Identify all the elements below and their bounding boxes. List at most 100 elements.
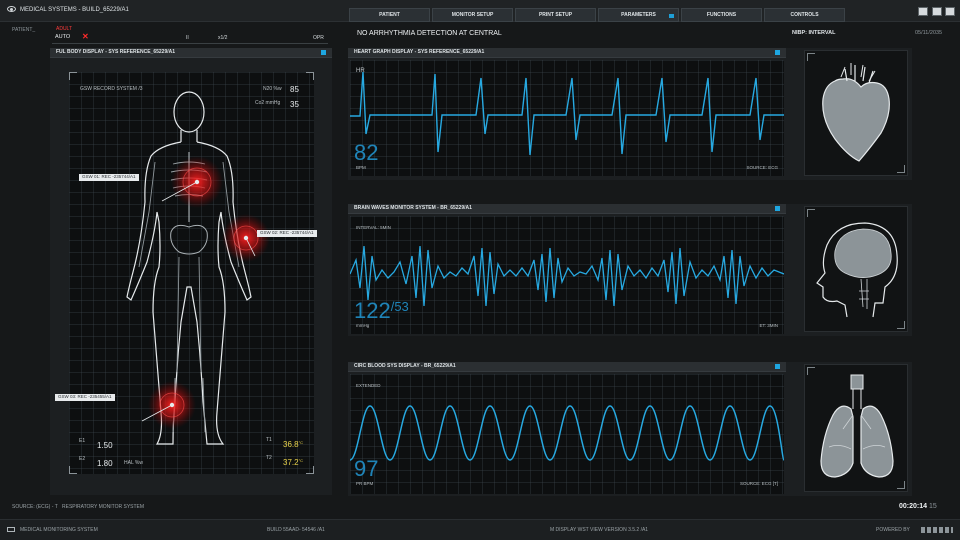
pulse-rate-value: 97 (354, 456, 379, 481)
tab-label: CONTROLS (790, 12, 819, 18)
hal-label: HAL %w (124, 460, 143, 466)
pulse-rate-unit: PR BPM (356, 481, 374, 486)
cancel-x-icon[interactable]: ✕ (82, 33, 89, 41)
tab-bar: PATIENT MONITOR SETUP PRINT SETUP PARAME… (349, 8, 845, 22)
timer-frac: 15 (928, 503, 937, 510)
body-figure (126, 91, 270, 445)
build-label: BUILD 55AAD- 54546 /A1 (267, 527, 325, 533)
co2-value: 35 (290, 100, 299, 109)
body-panel-indicator[interactable] (321, 50, 326, 55)
brain-panel-indicator[interactable] (775, 206, 780, 211)
tab-active-indicator (669, 14, 674, 18)
respiratory-label: RESPIRATORY MONITOR SYSTEM (62, 504, 145, 510)
tab-functions[interactable]: FUNCTIONS (681, 8, 762, 22)
ecg-waveform (350, 71, 784, 156)
e2-value: 1.80 (97, 459, 113, 468)
body-viewport: GSW RECORD SYSTEM /3 N20 %w 85 Co2 mmHg … (55, 72, 317, 474)
blood-panel: CIRC BLOOD SYS DISPLAY - BR_65229/A1 EXT… (348, 362, 912, 496)
source-label: SOURCE: (ECG) - T (12, 504, 58, 510)
status-underline (52, 43, 328, 44)
heart-panel: HEART GRAPH DISPLAY - SYS REFERENCE_6522… (348, 48, 912, 180)
monitor-icon (7, 527, 15, 532)
adult-badge: ADULT (56, 26, 73, 32)
t2-unit: °C (298, 458, 304, 463)
blood-panel-title: CIRC BLOOD SYS DISPLAY - BR_65229/A1 (354, 363, 456, 369)
tab-controls[interactable]: CONTROLS (764, 8, 845, 22)
brain-panel-title: BRAIN WAVES MONITOR SYSTEM - BR_65229/A1 (354, 205, 472, 211)
tab-label: PARAMETERS (621, 12, 656, 18)
gsw-callout-1[interactable]: GSW 01: REC -235744/A1 (79, 174, 139, 181)
brain-et: ET: 3MIN (759, 323, 778, 328)
blood-extended: EXTENDED (356, 383, 381, 388)
date-display: 05/11/2035 (915, 30, 943, 36)
heart-rate-unit: BPM (356, 165, 366, 170)
body-panel-title: FUL BODY DISPLAY - SYS REFERENCE_65229/A… (56, 49, 176, 55)
heart-icon (822, 63, 890, 162)
tab-parameters[interactable]: PARAMETERS (598, 8, 679, 22)
heart-panel-header: HEART GRAPH DISPLAY - SYS REFERENCE_6522… (348, 48, 786, 58)
gsw-callout-3[interactable]: GSW 03: REC -235455/A1 (55, 394, 115, 401)
blood-panel-indicator[interactable] (775, 364, 780, 369)
heart-graph: HR 82 BPM SOURCE: ECG (350, 60, 784, 176)
logo-icon (921, 527, 953, 533)
pleth-waveform (350, 405, 784, 461)
hr-label: HR (356, 68, 365, 74)
tab-monitor-setup[interactable]: MONITOR SETUP (432, 8, 513, 22)
e2-label: E2 (79, 456, 86, 462)
skull-brain-icon (816, 222, 898, 318)
n2o-label: N20 %w (263, 86, 282, 92)
t2-number: 37.2 (283, 458, 299, 467)
tab-label: PRINT SETUP (538, 12, 573, 18)
eeg-waveform (350, 245, 784, 307)
pause-indicator[interactable]: II (186, 36, 189, 41)
body-panel: FUL BODY DISPLAY - SYS REFERENCE_65229/A… (50, 48, 332, 495)
t1-label: T1 (266, 437, 272, 443)
pressure-main: 122 (354, 298, 391, 323)
heart-source: SOURCE: ECG (746, 165, 778, 170)
tab-label: FUNCTIONS (706, 12, 737, 18)
auto-mode[interactable]: AUTO (55, 34, 70, 41)
alert-message: NO ARRHYTHMIA DETECTION AT CENTRAL (357, 30, 502, 37)
opr-indicator[interactable]: OPR (313, 36, 324, 41)
brain-panel: BRAIN WAVES MONITOR SYSTEM - BR_65229/A1… (348, 204, 912, 336)
nibp-status: NIBP: INTERVAL (792, 30, 836, 36)
gsw-callout-2[interactable]: GSW 02: REC -235744/A1 (257, 230, 317, 237)
close-button[interactable] (945, 7, 955, 16)
pressure-sub: /53 (390, 299, 409, 314)
minimize-button[interactable] (918, 7, 928, 16)
blood-source: SOURCE: ECG [T] (739, 481, 778, 486)
gsw-record-system: GSW RECORD SYSTEM /3 (80, 86, 143, 92)
brain-interval: INTERVAL: 5MIN (356, 225, 391, 230)
e1-label: E1 (79, 438, 86, 444)
tab-label: PATIENT (379, 12, 400, 18)
t1-value: 36.8°C (283, 441, 303, 449)
window-title: MEDICAL SYSTEMS - BUILD_65229/A1 (20, 7, 129, 13)
maximize-button[interactable] (932, 7, 942, 16)
brain-organ-view (804, 206, 908, 332)
lungs-icon (820, 374, 894, 478)
brain-pressure-value: 122/53 (354, 300, 409, 322)
t2-value: 37.2°C (283, 459, 303, 467)
tab-print-setup[interactable]: PRINT SETUP (515, 8, 596, 22)
brain-panel-header: BRAIN WAVES MONITOR SYSTEM - BR_65229/A1 (348, 204, 786, 214)
version-label: M DISPLAY WST VIEW VERSION 3.5.2 /A1 (550, 527, 649, 533)
lungs-organ-view (804, 364, 908, 492)
powered-by: POWERED BY (876, 527, 910, 533)
patient-label[interactable]: PATIENT_ (12, 28, 35, 33)
blood-panel-header: CIRC BLOOD SYS DISPLAY - BR_65229/A1 (348, 362, 786, 372)
tab-label: MONITOR SETUP (451, 12, 494, 18)
speed-indicator[interactable]: x1/2 (218, 36, 227, 41)
t1-unit: °C (298, 440, 304, 445)
heart-panel-indicator[interactable] (775, 50, 780, 55)
blood-graph: EXTENDED 97 PR BPM SOURCE: ECG [T] (350, 374, 784, 494)
body-panel-header: FUL BODY DISPLAY - SYS REFERENCE_65229/A… (50, 48, 332, 58)
t1-number: 36.8 (283, 440, 299, 449)
elapsed-timer: 00:20:14 15 (899, 503, 937, 510)
t2-label: T2 (266, 455, 272, 461)
status-bar: MEDICAL MONITORING SYSTEM BUILD 55AAD- 5… (0, 519, 960, 540)
app-name: MEDICAL MONITORING SYSTEM (20, 527, 98, 533)
eye-pupil (10, 8, 13, 11)
heart-rate-value: 82 (354, 140, 379, 165)
tab-patient[interactable]: PATIENT (349, 8, 430, 22)
brain-graph: INTERVAL: 5MIN 122/53 mmHg ET: 3MIN (350, 216, 784, 334)
